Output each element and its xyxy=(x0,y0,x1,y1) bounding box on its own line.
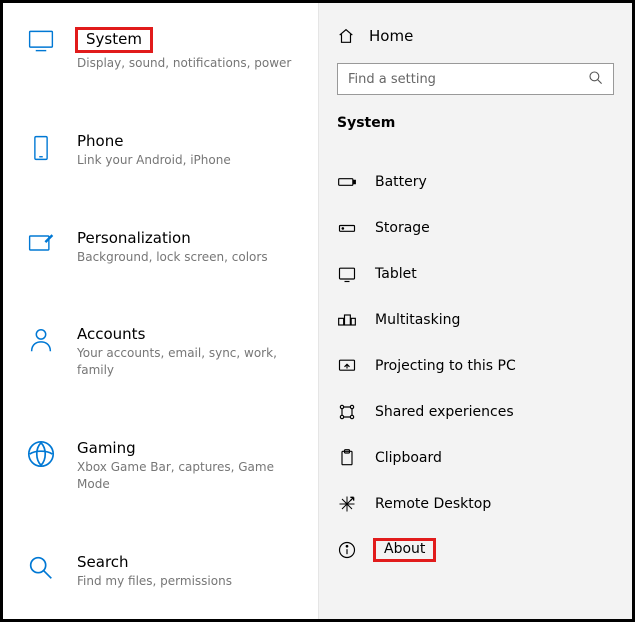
category-system[interactable]: System Display, sound, notifications, po… xyxy=(23,27,298,72)
remote-desktop-icon xyxy=(337,494,357,514)
gaming-icon xyxy=(23,439,59,475)
category-title: Accounts xyxy=(77,325,145,343)
nav-item-label: Tablet xyxy=(375,266,417,282)
nav-item-projecting[interactable]: Projecting to this PC xyxy=(337,343,614,389)
shared-experiences-icon xyxy=(337,402,357,422)
category-title: Gaming xyxy=(77,439,136,457)
nav-item-about[interactable]: About xyxy=(337,527,614,573)
category-desc: Background, lock screen, colors xyxy=(77,249,298,266)
category-desc: Display, sound, notifications, power xyxy=(77,55,298,72)
tablet-icon xyxy=(337,264,357,284)
category-title: Phone xyxy=(77,132,123,150)
category-title: System xyxy=(75,27,153,53)
phone-icon xyxy=(23,132,59,168)
nav-item-clipboard[interactable]: Clipboard xyxy=(337,435,614,481)
nav-item-label: Multitasking xyxy=(375,312,460,328)
nav-item-multitasking[interactable]: Multitasking xyxy=(337,297,614,343)
search-icon xyxy=(23,553,59,589)
home-label: Home xyxy=(369,27,413,45)
system-icon xyxy=(23,27,59,63)
nav-item-tablet[interactable]: Tablet xyxy=(337,251,614,297)
multitasking-icon xyxy=(337,310,357,330)
nav-item-storage[interactable]: Storage xyxy=(337,205,614,251)
nav-item-label: Storage xyxy=(375,220,430,236)
nav-item-label: About xyxy=(373,538,436,562)
search-input[interactable] xyxy=(337,63,614,95)
nav-item-remote-desktop[interactable]: Remote Desktop xyxy=(337,481,614,527)
category-desc: Your accounts, email, sync, work, family xyxy=(77,345,298,379)
clipboard-icon xyxy=(337,448,357,468)
nav-item-label: Clipboard xyxy=(375,450,442,466)
category-accounts[interactable]: Accounts Your accounts, email, sync, wor… xyxy=(23,325,298,379)
accounts-icon xyxy=(23,325,59,361)
category-phone[interactable]: Phone Link your Android, iPhone xyxy=(23,132,298,169)
nav-item-shared-experiences[interactable]: Shared experiences xyxy=(337,389,614,435)
nav-item-label: Battery xyxy=(375,174,427,190)
category-desc: Link your Android, iPhone xyxy=(77,152,298,169)
battery-icon xyxy=(337,172,357,192)
nav-item-label: Shared experiences xyxy=(375,404,514,420)
category-title: Personalization xyxy=(77,229,191,247)
category-search[interactable]: Search Find my files, permissions xyxy=(23,553,298,590)
nav-item-label: Remote Desktop xyxy=(375,496,491,512)
personalization-icon xyxy=(23,229,59,265)
category-personalization[interactable]: Personalization Background, lock screen,… xyxy=(23,229,298,266)
home-link[interactable]: Home xyxy=(337,27,614,45)
section-title: System xyxy=(337,115,614,131)
category-title: Search xyxy=(77,553,129,571)
category-desc: Xbox Game Bar, captures, Game Mode xyxy=(77,459,298,493)
search-box[interactable] xyxy=(337,63,614,95)
system-settings-panel: Home System Battery Storage Tablet xyxy=(318,3,632,619)
home-icon xyxy=(337,27,355,45)
projecting-icon xyxy=(337,356,357,376)
storage-icon xyxy=(337,218,357,238)
category-gaming[interactable]: Gaming Xbox Game Bar, captures, Game Mod… xyxy=(23,439,298,493)
nav-item-battery[interactable]: Battery xyxy=(337,159,614,205)
nav-item-label: Projecting to this PC xyxy=(375,358,516,374)
about-icon xyxy=(337,540,357,560)
category-desc: Find my files, permissions xyxy=(77,573,298,590)
search-icon xyxy=(588,70,606,88)
settings-categories-panel: System Display, sound, notifications, po… xyxy=(3,3,318,619)
